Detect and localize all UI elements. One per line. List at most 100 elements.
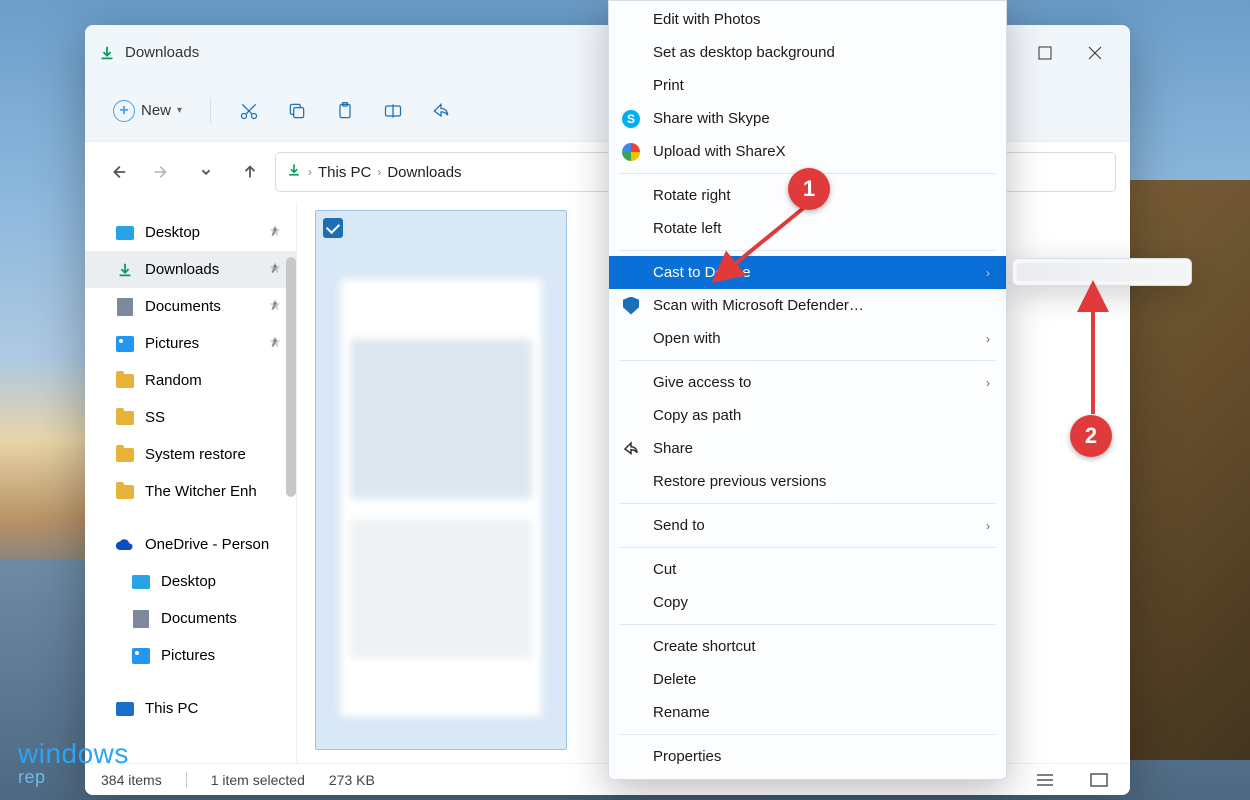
sidebar-item-label: Pictures bbox=[161, 647, 215, 664]
scrollbar[interactable] bbox=[286, 257, 296, 497]
menu-item-properties[interactable]: Properties bbox=[609, 740, 1006, 773]
menu-item-edit-with-photos[interactable]: Edit with Photos bbox=[609, 3, 1006, 36]
menu-item-copy-as-path[interactable]: Copy as path bbox=[609, 399, 1006, 432]
chevron-right-icon: › bbox=[308, 165, 312, 179]
recent-locations-button[interactable] bbox=[187, 153, 225, 191]
sidebar-item-label: Downloads bbox=[145, 261, 219, 278]
picture-icon bbox=[131, 646, 151, 666]
sidebar-item-pictures[interactable]: Pictures bbox=[85, 325, 296, 362]
menu-item-copy[interactable]: Copy bbox=[609, 586, 1006, 619]
annotation-badge-1: 1 bbox=[788, 168, 830, 210]
sidebar-item-downloads[interactable]: Downloads bbox=[85, 251, 296, 288]
menu-item-rename[interactable]: Rename bbox=[609, 696, 1006, 729]
sidebar-item-label: Desktop bbox=[145, 224, 200, 241]
menu-item-label: Create shortcut bbox=[653, 638, 756, 655]
annotation-arrow-1 bbox=[722, 204, 812, 281]
selection-checkbox-icon[interactable] bbox=[323, 218, 343, 238]
sidebar-item-this-pc[interactable]: This PC bbox=[85, 690, 296, 727]
sidebar-item-system-restore[interactable]: System restore bbox=[85, 436, 296, 473]
menu-item-restore-previous-versions[interactable]: Restore previous versions bbox=[609, 465, 1006, 498]
forward-button[interactable] bbox=[143, 153, 181, 191]
sidebar-item-desktop[interactable]: Desktop bbox=[85, 214, 296, 251]
details-view-button[interactable] bbox=[1030, 768, 1060, 792]
sidebar-item-od-desktop[interactable]: Desktop bbox=[85, 563, 296, 600]
back-button[interactable] bbox=[99, 153, 137, 191]
breadcrumb-root[interactable]: This PC bbox=[318, 164, 371, 181]
sidebar-item-label: Documents bbox=[161, 610, 237, 627]
chevron-right-icon: › bbox=[986, 376, 990, 390]
copy-button[interactable] bbox=[277, 91, 317, 131]
picture-icon bbox=[115, 334, 135, 354]
new-button[interactable]: + New ▾ bbox=[103, 96, 192, 126]
breadcrumb-current[interactable]: Downloads bbox=[387, 164, 461, 181]
chevron-right-icon: › bbox=[986, 266, 990, 280]
menu-item-cut[interactable]: Cut bbox=[609, 553, 1006, 586]
thumbnails-view-button[interactable] bbox=[1084, 768, 1114, 792]
sidebar-item-documents[interactable]: Documents bbox=[85, 288, 296, 325]
folder-icon bbox=[115, 408, 135, 428]
menu-separator bbox=[619, 624, 996, 625]
menu-item-label: Share bbox=[653, 440, 693, 457]
annotation-badge-2: 2 bbox=[1070, 415, 1112, 457]
maximize-button[interactable] bbox=[1022, 33, 1068, 73]
separator bbox=[210, 98, 211, 124]
document-icon bbox=[115, 297, 135, 317]
window-controls bbox=[1022, 33, 1118, 73]
cut-button[interactable] bbox=[229, 91, 269, 131]
menu-item-print[interactable]: Print bbox=[609, 69, 1006, 102]
paste-button[interactable] bbox=[325, 91, 365, 131]
menu-item-give-access-to[interactable]: Give access to› bbox=[609, 366, 1006, 399]
menu-item-label: Copy as path bbox=[653, 407, 741, 424]
chevron-right-icon: › bbox=[986, 519, 990, 533]
sidebar-item-onedrive[interactable]: OneDrive - Person bbox=[85, 526, 296, 563]
separator bbox=[186, 772, 187, 788]
menu-item-open-with[interactable]: Open with› bbox=[609, 322, 1006, 355]
annotation-arrow-2 bbox=[1083, 296, 1103, 421]
menu-item-share[interactable]: Share bbox=[609, 432, 1006, 465]
plus-icon: + bbox=[113, 100, 135, 122]
watermark-line2: rep bbox=[18, 768, 129, 786]
sidebar-item-od-pictures[interactable]: Pictures bbox=[85, 637, 296, 674]
menu-item-label: Print bbox=[653, 77, 684, 94]
sidebar-item-label: Desktop bbox=[161, 573, 216, 590]
watermark: windows rep bbox=[18, 740, 129, 786]
new-button-label: New bbox=[141, 102, 171, 119]
sidebar-item-label: Pictures bbox=[145, 335, 199, 352]
download-icon bbox=[115, 260, 135, 280]
folder-icon bbox=[115, 371, 135, 391]
download-icon bbox=[97, 44, 117, 62]
desktop-icon bbox=[131, 572, 151, 592]
share-button[interactable] bbox=[421, 91, 461, 131]
chevron-right-icon: › bbox=[377, 165, 381, 179]
submenu-placeholder[interactable] bbox=[1017, 263, 1187, 281]
pin-icon bbox=[268, 261, 282, 279]
menu-item-delete[interactable]: Delete bbox=[609, 663, 1006, 696]
menu-item-label: Delete bbox=[653, 671, 696, 688]
menu-item-label: Set as desktop background bbox=[653, 44, 835, 61]
sidebar-item-random[interactable]: Random bbox=[85, 362, 296, 399]
menu-item-upload-with-sharex[interactable]: Upload with ShareX bbox=[609, 135, 1006, 168]
menu-item-label: Rename bbox=[653, 704, 710, 721]
sidebar-item-od-documents[interactable]: Documents bbox=[85, 600, 296, 637]
menu-item-label: Properties bbox=[653, 748, 721, 765]
context-menu: Edit with Photos Set as desktop backgroun… bbox=[608, 0, 1007, 780]
skype-icon: S bbox=[621, 109, 641, 129]
sidebar-item-ss[interactable]: SS bbox=[85, 399, 296, 436]
menu-item-label: Cut bbox=[653, 561, 676, 578]
close-button[interactable] bbox=[1072, 33, 1118, 73]
share-icon bbox=[621, 439, 641, 459]
menu-item-set-as-desktop-background[interactable]: Set as desktop background bbox=[609, 36, 1006, 69]
menu-item-share-with-skype[interactable]: SShare with Skype bbox=[609, 102, 1006, 135]
menu-item-send-to[interactable]: Send to › bbox=[609, 509, 1006, 542]
desktop-icon bbox=[115, 223, 135, 243]
menu-item-create-shortcut[interactable]: Create shortcut bbox=[609, 630, 1006, 663]
menu-item-label: Send to bbox=[653, 517, 705, 534]
up-button[interactable] bbox=[231, 153, 269, 191]
menu-item-label: Scan with Microsoft Defender… bbox=[653, 297, 864, 314]
rename-button[interactable] bbox=[373, 91, 413, 131]
monitor-icon bbox=[115, 699, 135, 719]
sidebar-item-the-witcher-enh[interactable]: The Witcher Enh bbox=[85, 473, 296, 510]
chevron-right-icon: › bbox=[986, 332, 990, 346]
menu-item-label: Edit with Photos bbox=[653, 11, 761, 28]
menu-item-scan-with-microsoft-defender[interactable]: Scan with Microsoft Defender… bbox=[609, 289, 1006, 322]
